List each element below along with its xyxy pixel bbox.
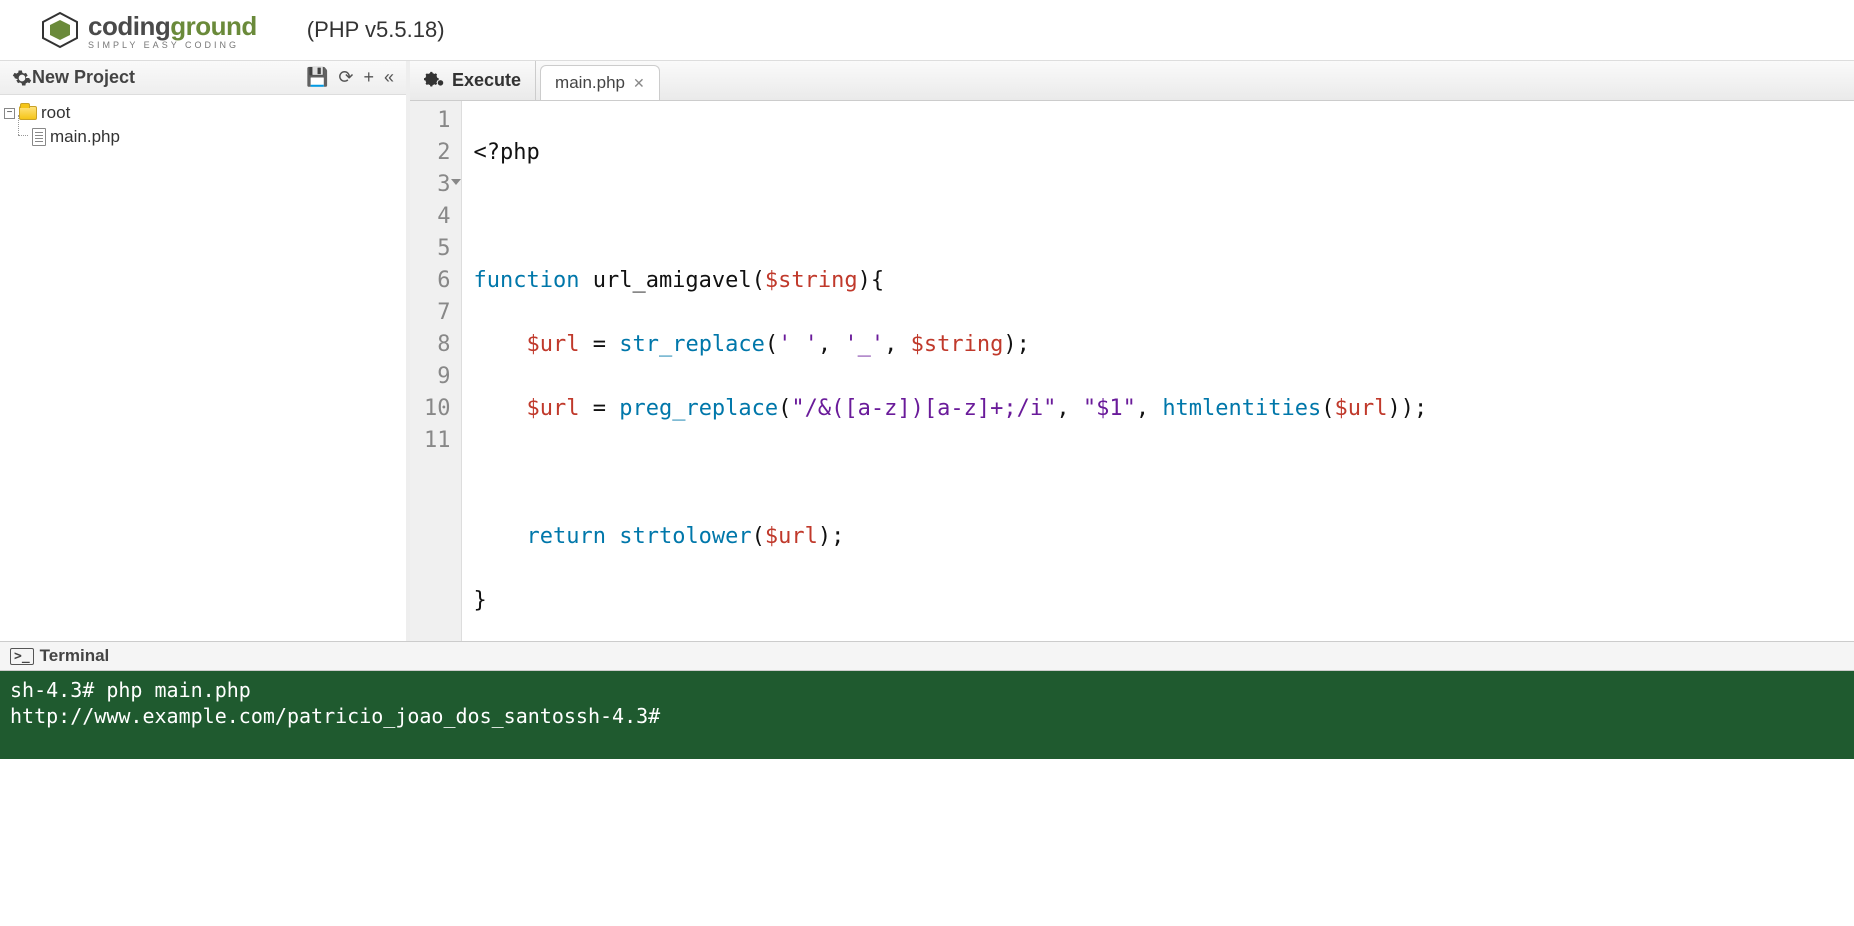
collapse-icon[interactable]: « bbox=[384, 67, 394, 88]
file-tree: − root main.php bbox=[0, 95, 406, 155]
tree-root-label: root bbox=[41, 103, 70, 123]
tree-root[interactable]: − root bbox=[4, 101, 402, 125]
gutter: 1 2 3 4 5 6 7 8 9 10 11 bbox=[410, 101, 462, 641]
execute-label: Execute bbox=[452, 70, 521, 91]
sidebar-actions: 💾 ⟳ + « bbox=[306, 67, 394, 88]
expand-toggle[interactable]: − bbox=[4, 108, 15, 119]
execute-button[interactable]: Execute bbox=[410, 61, 536, 100]
logo-text: codingground bbox=[88, 11, 257, 42]
code-content[interactable]: <?php function url_amigavel($string){ $u… bbox=[462, 101, 1854, 641]
line-number: 8 bbox=[424, 329, 451, 361]
code-editor[interactable]: 1 2 3 4 5 6 7 8 9 10 11 <?php function u… bbox=[410, 101, 1854, 641]
line-number: 5 bbox=[424, 233, 451, 265]
tab-label: main.php bbox=[555, 73, 625, 93]
editor-toolbar: Execute main.php ✕ bbox=[410, 61, 1854, 101]
app-header: codingground SIMPLY EASY CODING (PHP v5.… bbox=[0, 0, 1854, 61]
line-number: 11 bbox=[424, 425, 451, 457]
main-area: New Project 💾 ⟳ + « − root main.php bbox=[0, 61, 1854, 641]
sidebar-title: New Project bbox=[32, 67, 306, 88]
tab-main-php[interactable]: main.php ✕ bbox=[540, 65, 660, 100]
tree-file[interactable]: main.php bbox=[32, 125, 402, 149]
gears-icon bbox=[424, 70, 446, 92]
file-icon bbox=[32, 128, 46, 146]
line-number: 2 bbox=[424, 137, 451, 169]
logo: codingground SIMPLY EASY CODING bbox=[40, 10, 257, 50]
terminal-panel: >_ Terminal sh-4.3# php main.phphttp://w… bbox=[0, 641, 1854, 759]
save-icon[interactable]: 💾 bbox=[306, 67, 328, 88]
terminal-title: Terminal bbox=[40, 646, 110, 666]
line-number: 9 bbox=[424, 361, 451, 393]
sidebar-header: New Project 💾 ⟳ + « bbox=[0, 61, 406, 95]
close-icon[interactable]: ✕ bbox=[633, 75, 645, 92]
line-number: 4 bbox=[424, 201, 451, 233]
terminal-line: sh-4.3# php main.php bbox=[10, 677, 1844, 703]
version-label: (PHP v5.5.18) bbox=[307, 17, 445, 43]
fold-icon[interactable] bbox=[451, 179, 461, 185]
terminal-header[interactable]: >_ Terminal bbox=[0, 642, 1854, 671]
line-number: 10 bbox=[424, 393, 451, 425]
logo-icon bbox=[40, 10, 80, 50]
sidebar: New Project 💾 ⟳ + « − root main.php bbox=[0, 61, 410, 641]
tree-file-label: main.php bbox=[50, 127, 120, 147]
line-number: 3 bbox=[424, 169, 451, 201]
terminal-line: http://www.example.com/patricio_joao_dos… bbox=[10, 703, 1844, 729]
line-number: 1 bbox=[424, 105, 451, 137]
line-number: 6 bbox=[424, 265, 451, 297]
folder-icon bbox=[19, 106, 37, 120]
editor-area: Execute main.php ✕ 1 2 3 4 5 6 7 8 9 10 … bbox=[410, 61, 1854, 641]
terminal-icon: >_ bbox=[10, 648, 34, 665]
logo-subtitle: SIMPLY EASY CODING bbox=[88, 40, 257, 50]
gear-icon bbox=[12, 68, 32, 88]
terminal-body[interactable]: sh-4.3# php main.phphttp://www.example.c… bbox=[0, 671, 1854, 759]
line-number: 7 bbox=[424, 297, 451, 329]
add-icon[interactable]: + bbox=[363, 67, 374, 88]
refresh-icon[interactable]: ⟳ bbox=[338, 67, 353, 88]
